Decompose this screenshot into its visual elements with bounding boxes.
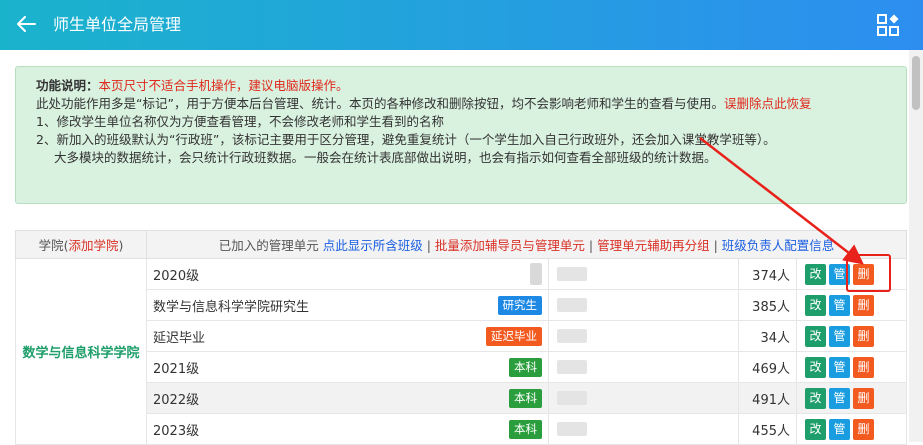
unit-head [548, 258, 739, 290]
notice-line-2: 此处功能作用多是“标记”，用于方便本后台管理、统计。本页的各种修改和删除按钮，均… [36, 95, 886, 113]
unit-head [548, 382, 739, 414]
unit-head [548, 351, 739, 383]
unit-count: 455人 [738, 413, 797, 445]
redacted-name [557, 298, 587, 312]
unit-name: 2023级 本科 [146, 413, 549, 445]
delete-button[interactable]: 删 [853, 325, 874, 347]
grid-menu-icon [877, 14, 899, 36]
redacted-name [557, 422, 587, 436]
top-bar: 师生单位全局管理 [0, 0, 923, 50]
delete-button[interactable]: 删 [853, 263, 874, 285]
table-row: 数学与信息科学学院 2020级 374人 改管删 [15, 258, 907, 445]
table-row: 数学与信息科学学院研究生 研究生 385人 改管删 [16, 289, 907, 321]
unit-actions: 改管删 [796, 382, 907, 414]
table-header-row: 学院(添加学院) 已加入的管理单元 点此显示所含班级 | 批量添加辅导员与管理单… [15, 230, 907, 259]
unit-tag: 延迟毕业 [486, 327, 542, 346]
unit-head [548, 320, 739, 352]
notice-label: 功能说明： [36, 78, 99, 93]
edit-button[interactable]: 改 [805, 356, 826, 378]
page-scrollbar[interactable] [909, 50, 923, 442]
unit-count: 491人 [738, 382, 797, 414]
unit-actions: 改管删 [796, 413, 907, 445]
notice-desc: 此处功能作用多是“标记”，用于方便本后台管理、统计。本页的各种修改和删除按钮，均… [36, 96, 724, 111]
redacted-name [557, 267, 587, 281]
unit-tag: 本科 [509, 389, 542, 408]
unit-head [548, 289, 739, 321]
unit-count: 385人 [738, 289, 797, 321]
manage-button[interactable]: 管 [829, 418, 850, 440]
manage-button[interactable]: 管 [829, 356, 850, 378]
unit-tag: 本科 [509, 358, 542, 377]
unit-table: 学院(添加学院) 已加入的管理单元 点此显示所含班级 | 批量添加辅导员与管理单… [15, 230, 907, 445]
back-button[interactable] [10, 8, 42, 40]
table-row: 延迟毕业 延迟毕业 34人 改管删 [16, 320, 907, 352]
unit-name: 延迟毕业 延迟毕业 [146, 320, 549, 352]
manage-button[interactable]: 管 [829, 294, 850, 316]
unit-name: 2021级 本科 [146, 351, 549, 383]
edit-button[interactable]: 改 [805, 263, 826, 285]
batch-add-link[interactable]: 批量添加辅导员与管理单元 [435, 238, 585, 253]
notice-item-2: 2、新加入的班级默认为“行政班”，该标记主要用于区分管理，避免重复统计（一个学生… [36, 132, 776, 147]
manage-button[interactable]: 管 [829, 263, 850, 285]
manage-button[interactable]: 管 [829, 325, 850, 347]
unit-count: 34人 [738, 320, 797, 352]
college-header: 学院(添加学院) [15, 230, 147, 259]
table-row: 2023级 本科 455人 改管删 [16, 413, 907, 445]
table-row: 2022级 本科 491人 改管删 [16, 382, 907, 414]
restore-link[interactable]: 误删除点此恢复 [724, 96, 812, 111]
delete-button[interactable]: 删 [853, 387, 874, 409]
scrollbar-thumb[interactable] [912, 56, 920, 110]
college-name: 数学与信息科学学院 [15, 258, 147, 445]
function-notice: 功能说明：本页尺寸不适合手机操作，建议电脑版操作。 此处功能作用多是“标记”，用… [15, 66, 907, 204]
unit-actions: 改管删 [796, 289, 907, 321]
delete-button[interactable]: 删 [853, 356, 874, 378]
edit-button[interactable]: 改 [805, 418, 826, 440]
units-header: 已加入的管理单元 点此显示所含班级 | 批量添加辅导员与管理单元 | 管理单元辅… [146, 230, 907, 259]
redacted-name [557, 360, 587, 374]
notice-item-1: 1、修改学生单位名称仅为方便查看管理，不会修改老师和学生看到的名称 [36, 114, 444, 129]
unit-name: 数学与信息科学学院研究生 研究生 [146, 289, 549, 321]
unit-actions: 改管删 [796, 320, 907, 352]
delete-button[interactable]: 删 [853, 294, 874, 316]
config-info-link[interactable]: 班级负责人配置信息 [722, 238, 835, 253]
grid-menu-button[interactable] [877, 14, 899, 36]
unit-actions: 改管删 [796, 258, 907, 290]
add-college-link[interactable]: 添加学院 [69, 238, 119, 253]
table-row: 2021级 本科 469人 改管删 [16, 351, 907, 383]
notice-item-3: 大多模块的数据统计，会只统计行政班数据。一般会在统计表底部做出说明，也会有指示如… [54, 150, 717, 165]
redacted-name [557, 391, 587, 405]
edit-button[interactable]: 改 [805, 294, 826, 316]
unit-name: 2022级 本科 [146, 382, 549, 414]
unit-tag: 研究生 [497, 296, 542, 315]
manage-button[interactable]: 管 [829, 387, 850, 409]
show-all-classes-link[interactable]: 点此显示所含班级 [323, 238, 423, 253]
redacted-name [557, 329, 587, 343]
arrow-left-icon [17, 16, 36, 32]
unit-actions: 改管删 [796, 351, 907, 383]
unit-name: 2020级 [146, 258, 549, 290]
notice-warning: 本页尺寸不适合手机操作，建议电脑版操作。 [98, 78, 349, 93]
edit-button[interactable]: 改 [805, 387, 826, 409]
unit-count: 469人 [738, 351, 797, 383]
notice-line-1: 功能说明：本页尺寸不适合手机操作，建议电脑版操作。 [36, 77, 886, 95]
unit-tag [530, 263, 542, 285]
unit-tag: 本科 [509, 420, 542, 439]
page-title: 师生单位全局管理 [53, 15, 182, 34]
edit-button[interactable]: 改 [805, 325, 826, 347]
unit-head [548, 413, 739, 445]
unit-count: 374人 [738, 258, 797, 290]
delete-button[interactable]: 删 [853, 418, 874, 440]
regroup-link[interactable]: 管理单元辅助再分组 [597, 238, 710, 253]
